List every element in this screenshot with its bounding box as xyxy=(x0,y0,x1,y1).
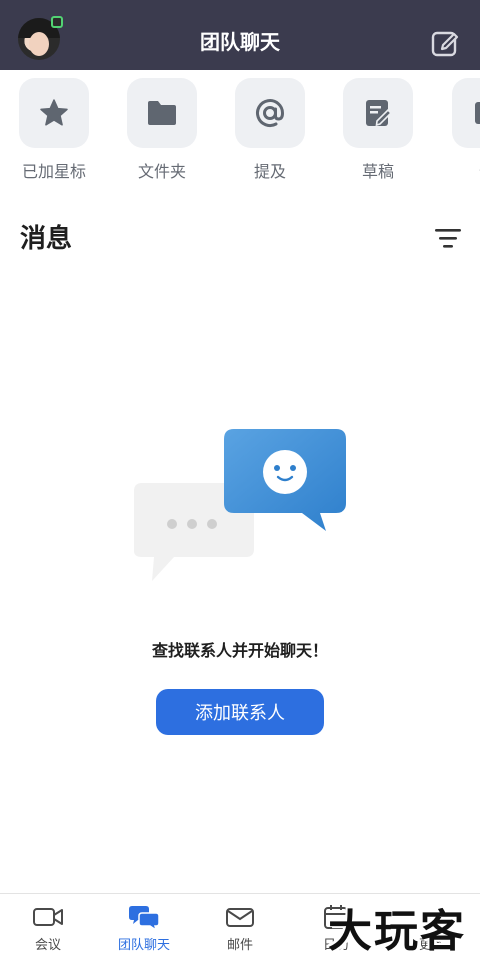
messages-heading: 消息 xyxy=(20,224,73,254)
shortcut-folders[interactable]: 文件夹 xyxy=(127,78,197,182)
tab-label: 团队聊天 xyxy=(117,938,170,953)
shortcut-row: 已加星标 文件夹 提及 草稿 xyxy=(0,70,480,190)
mail-icon xyxy=(226,908,254,927)
empty-state-text: 查找联系人并开始聊天！ xyxy=(151,641,328,660)
shortcut-label: 卡 xyxy=(452,158,480,182)
shortcut-mentions[interactable]: 提及 xyxy=(235,78,305,182)
compose-icon[interactable] xyxy=(430,28,460,58)
shortcut-label: 提及 xyxy=(253,162,286,181)
shortcut-tile[interactable] xyxy=(343,78,413,148)
tab-label: 邮件 xyxy=(226,938,253,953)
chat-icon xyxy=(129,906,160,930)
tab-mail[interactable]: 邮件 xyxy=(192,904,288,953)
tab-team-chat[interactable]: 团队聊天 xyxy=(96,904,192,953)
filter-icon[interactable] xyxy=(434,226,462,250)
shortcut-drafts[interactable]: 草稿 xyxy=(343,78,413,182)
draft-icon xyxy=(366,100,393,127)
tab-label: 会议 xyxy=(34,938,61,953)
chat-illustration xyxy=(134,429,346,581)
video-icon xyxy=(33,908,63,926)
shortcut-label: 已加星标 xyxy=(21,162,86,181)
tab-meetings[interactable]: 会议 xyxy=(0,904,96,953)
presence-status-icon xyxy=(51,16,63,28)
shortcut-tile[interactable] xyxy=(452,78,480,148)
at-icon xyxy=(256,99,285,128)
shortcut-starred[interactable]: 已加星标 xyxy=(19,78,89,182)
shortcut-card[interactable]: 卡 xyxy=(452,78,480,182)
shortcut-tile[interactable] xyxy=(19,78,89,148)
star-icon xyxy=(40,99,68,126)
card-icon xyxy=(475,102,480,124)
shortcut-tile[interactable] xyxy=(235,78,305,148)
page-title: 团队聊天 xyxy=(200,30,280,54)
shortcut-label: 文件夹 xyxy=(137,162,186,181)
watermark: 大玩客 xyxy=(328,906,466,957)
top-app-bar: 团队聊天 xyxy=(0,0,480,70)
shortcut-tile[interactable] xyxy=(127,78,197,148)
shortcut-label: 草稿 xyxy=(361,162,394,181)
folder-icon xyxy=(148,101,176,125)
add-contact-button[interactable]: 添加联系人 xyxy=(156,689,324,735)
